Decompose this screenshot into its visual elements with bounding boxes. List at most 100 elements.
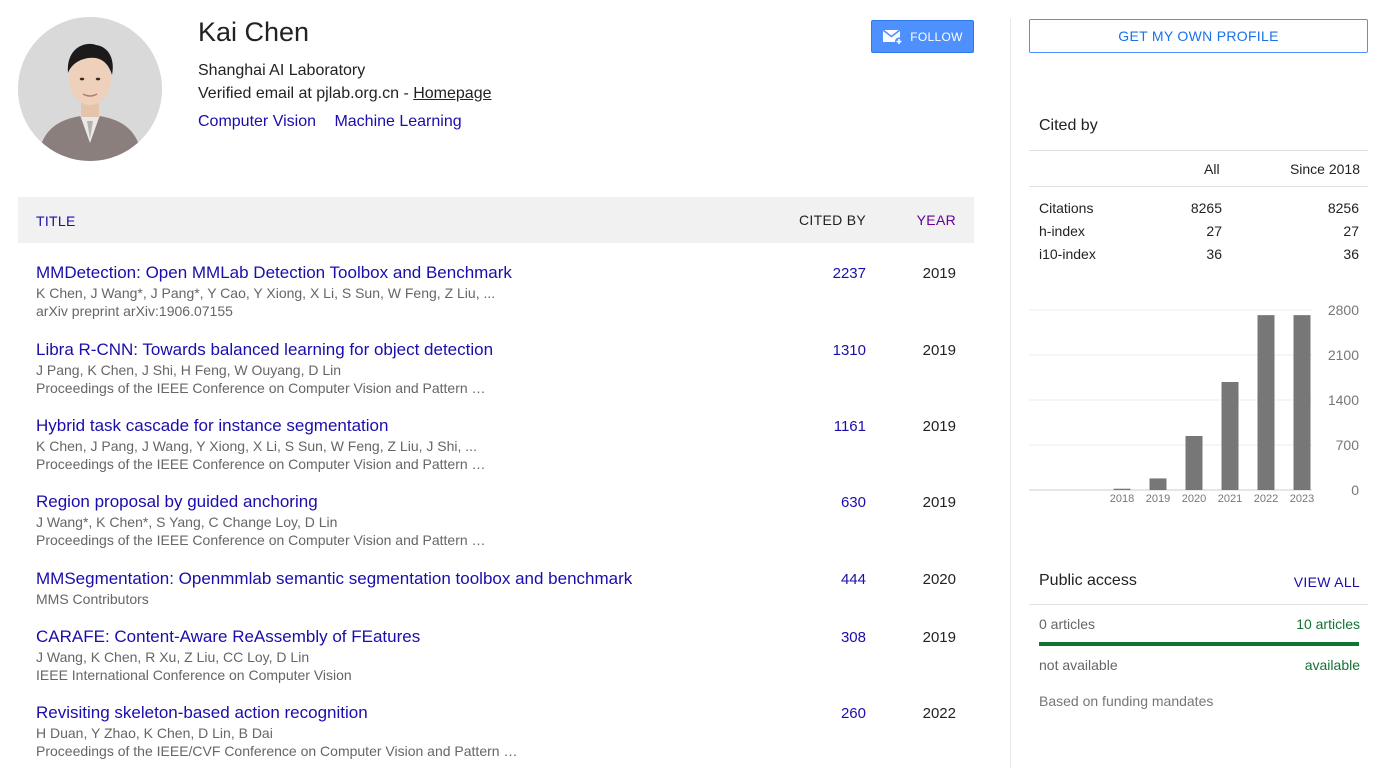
- x-tick-label: 2023: [1290, 493, 1314, 505]
- profile-sidebar: GET MY OWN PROFILE Cited by All Since 20…: [1029, 0, 1369, 768]
- article-venue: Proceedings of the IEEE Conference on Co…: [36, 456, 486, 472]
- bar-2021[interactable]: [1221, 382, 1239, 490]
- stat-label: Citations: [1039, 200, 1094, 216]
- available-count[interactable]: 10 articles: [1296, 616, 1360, 632]
- article-authors: K Chen, J Wang*, J Pang*, Y Cao, Y Xiong…: [36, 285, 496, 301]
- stat-since: 27: [1343, 223, 1359, 239]
- research-interests: Computer Vision Machine Learning: [198, 113, 476, 131]
- article-venue: Proceedings of the IEEE Conference on Co…: [36, 532, 486, 548]
- follow-label: FOLLOW: [910, 29, 963, 44]
- divider: [1029, 186, 1368, 187]
- profile-affiliation: Shanghai AI Laboratory: [198, 62, 366, 79]
- article-venue: arXiv preprint arXiv:1906.07155: [36, 303, 233, 319]
- profile-name: Kai Chen: [198, 17, 310, 47]
- table-row: Hybrid task cascade for instance segment…: [18, 397, 974, 473]
- available-label: available: [1304, 657, 1360, 673]
- article-authors: J Pang, K Chen, J Shi, H Feng, W Ouyang,…: [36, 362, 342, 378]
- avatar-photo: [18, 17, 162, 161]
- stat-all: 27: [1206, 223, 1222, 239]
- citations-per-year-chart: 0 700 1400 2100 2800 2018 2019 2020 2021 2022 2023: [1029, 302, 1360, 505]
- x-tick-label: 2020: [1182, 493, 1206, 505]
- sort-by-year[interactable]: YEAR: [917, 212, 956, 228]
- y-tick-label: 2100: [1328, 347, 1359, 363]
- stat-all: 36: [1206, 246, 1222, 262]
- y-tick-label: 700: [1336, 437, 1360, 453]
- article-venue: Proceedings of the IEEE/CVF Conference o…: [36, 743, 518, 759]
- follow-button[interactable]: FOLLOW: [871, 20, 974, 53]
- article-authors: J Wang, K Chen, R Xu, Z Liu, CC Loy, D L…: [36, 649, 310, 665]
- articles-table: MMDetection: Open MMLab Detection Toolbo…: [18, 243, 974, 761]
- x-tick-label: 2022: [1254, 493, 1278, 505]
- funding-mandates-note: Based on funding mandates: [1039, 693, 1214, 709]
- article-cited-by[interactable]: 444: [841, 571, 866, 588]
- article-cited-by[interactable]: 2237: [833, 265, 866, 282]
- article-year: 2019: [922, 418, 956, 435]
- article-year: 2019: [922, 265, 956, 282]
- stat-since: 36: [1343, 246, 1359, 262]
- table-row: MMDetection: Open MMLab Detection Toolbo…: [18, 243, 974, 320]
- column-divider: [1010, 18, 1011, 768]
- stat-label: i10-index: [1039, 246, 1096, 262]
- table-row: Libra R-CNN: Towards balanced learning f…: [18, 320, 974, 397]
- stat-since: 8256: [1327, 200, 1359, 216]
- bar-2020[interactable]: [1185, 436, 1203, 490]
- public-access-heading: Public access: [1039, 572, 1137, 589]
- not-available-count: 0 articles: [1039, 616, 1096, 632]
- not-available-label: not available: [1039, 657, 1118, 673]
- articles-table-header: TITLE CITED BY YEAR: [18, 197, 974, 243]
- col-all-header: All: [1204, 161, 1220, 177]
- article-cited-by[interactable]: 630: [841, 494, 866, 511]
- public-access-bar: [1039, 642, 1359, 646]
- get-own-profile-button[interactable]: GET MY OWN PROFILE: [1029, 19, 1368, 53]
- view-all-link[interactable]: VIEW ALL: [1294, 574, 1360, 590]
- cited-by-heading: Cited by: [1039, 117, 1098, 134]
- article-authors: K Chen, J Pang, J Wang, Y Xiong, X Li, S…: [36, 438, 477, 454]
- bar-2018[interactable]: [1113, 488, 1131, 490]
- stat-all: 8265: [1190, 200, 1222, 216]
- table-row: Revisiting skeleton-based action recogni…: [18, 684, 974, 761]
- stat-row-citations: Citations 8265 8256: [1029, 200, 1368, 220]
- article-cited-by[interactable]: 308: [841, 629, 866, 646]
- article-cited-by[interactable]: 1310: [833, 342, 866, 359]
- article-authors: H Duan, Y Zhao, K Chen, D Lin, B Dai: [36, 725, 273, 741]
- article-year: 2019: [922, 629, 956, 646]
- stat-row-h-index: h-index 27 27: [1029, 223, 1368, 243]
- avatar: [18, 17, 162, 161]
- bar-2022[interactable]: [1257, 315, 1275, 490]
- profile-email: Verified email at pjlab.org.cn - Homepag…: [198, 85, 492, 103]
- article-authors: J Wang*, K Chen*, S Yang, C Change Loy, …: [36, 514, 338, 530]
- table-row: Region proposal by guided anchoring J Wa…: [18, 473, 974, 550]
- article-title[interactable]: MMSegmentation: Openmmlab semantic segme…: [36, 569, 632, 589]
- article-title[interactable]: Libra R-CNN: Towards balanced learning f…: [36, 340, 493, 360]
- x-tick-label: 2018: [1110, 493, 1134, 505]
- article-title[interactable]: Revisiting skeleton-based action recogni…: [36, 703, 368, 723]
- article-venue: IEEE International Conference on Compute…: [36, 667, 352, 683]
- stat-label: h-index: [1039, 223, 1085, 239]
- article-title[interactable]: CARAFE: Content-Aware ReAssembly of FEat…: [36, 627, 420, 647]
- article-title[interactable]: Hybrid task cascade for instance segment…: [36, 416, 388, 436]
- article-year: 2022: [922, 705, 956, 722]
- article-title[interactable]: Region proposal by guided anchoring: [36, 492, 318, 512]
- sort-by-title[interactable]: TITLE: [36, 213, 76, 229]
- article-authors: MMS Contributors: [36, 591, 149, 607]
- y-tick-label: 1400: [1328, 392, 1359, 408]
- table-row: CARAFE: Content-Aware ReAssembly of FEat…: [18, 608, 974, 684]
- col-since-header: Since 2018: [1289, 161, 1360, 177]
- table-row: MMSegmentation: Openmmlab semantic segme…: [18, 550, 974, 608]
- article-venue: Proceedings of the IEEE Conference on Co…: [36, 380, 486, 396]
- article-year: 2020: [922, 571, 956, 588]
- sort-by-cited[interactable]: CITED BY: [799, 212, 866, 228]
- interest-link[interactable]: Machine Learning: [334, 113, 461, 130]
- article-cited-by[interactable]: 260: [841, 705, 866, 722]
- bar-2023[interactable]: [1293, 315, 1311, 490]
- article-title[interactable]: MMDetection: Open MMLab Detection Toolbo…: [36, 263, 512, 283]
- y-tick-label: 0: [1351, 482, 1359, 498]
- divider: [1029, 604, 1368, 605]
- x-tick-label: 2019: [1146, 493, 1170, 505]
- homepage-link[interactable]: Homepage: [413, 85, 491, 102]
- mail-follow-icon: [882, 28, 904, 45]
- interest-link[interactable]: Computer Vision: [198, 113, 316, 130]
- article-year: 2019: [922, 342, 956, 359]
- bar-2019[interactable]: [1149, 478, 1167, 490]
- article-cited-by[interactable]: 1161: [834, 418, 866, 435]
